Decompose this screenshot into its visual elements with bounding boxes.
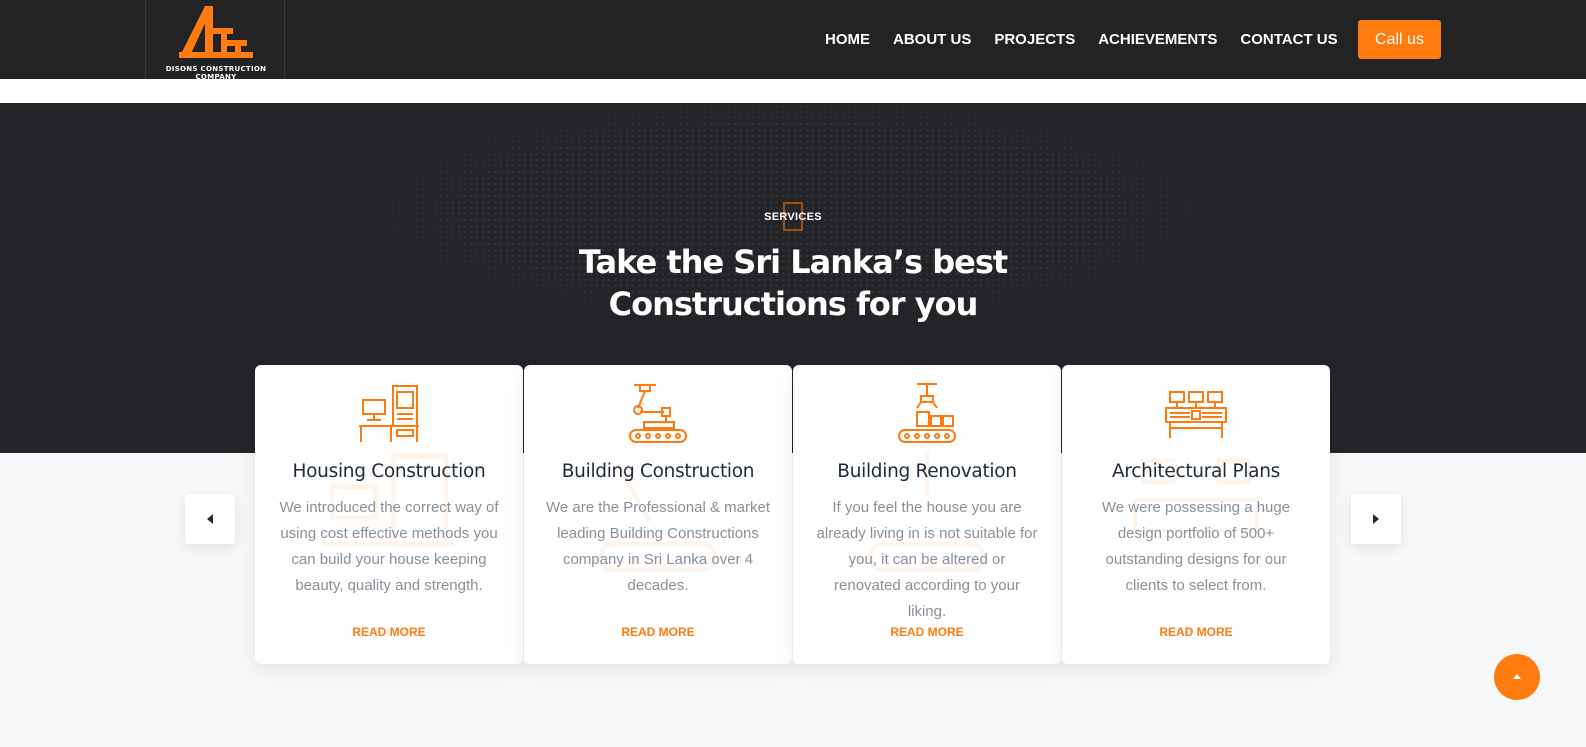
nav-projects[interactable]: PROJECTS <box>994 31 1075 48</box>
services-tag: SERVICES <box>764 211 822 223</box>
hero-title-line2: Constructions for you <box>608 285 979 323</box>
service-card[interactable]: Housing Construction We introduced the c… <box>255 365 523 664</box>
service-description: If you feel the house you are already li… <box>816 499 1038 620</box>
service-description: We introduced the correct way of using c… <box>279 499 499 594</box>
caret-left-icon <box>207 514 213 524</box>
robot-arm-icon <box>629 384 687 443</box>
read-more-link[interactable]: READ MORE <box>255 625 523 639</box>
main-nav: HOME ABOUT US PROJECTS ACHIEVEMENTS CONT… <box>825 31 1361 48</box>
carousel-prev-button[interactable] <box>185 494 235 544</box>
logo[interactable]: DISONS CONSTRUCTION COMPANY <box>145 0 285 81</box>
nav-home[interactable]: HOME <box>825 31 870 48</box>
world-map-background <box>210 103 1370 373</box>
caret-up-icon <box>1513 674 1521 679</box>
header: DISONS CONSTRUCTION COMPANY HOME ABOUT U… <box>0 0 1586 81</box>
read-more-link[interactable]: READ MORE <box>524 625 792 639</box>
header-spacer <box>0 79 1586 103</box>
services-carousel: Housing Construction We introduced the c… <box>255 365 1331 664</box>
workstation-icon <box>359 385 419 442</box>
hero-title: Take the Sri Lanka’s best Constructions … <box>0 241 1586 325</box>
service-card[interactable]: Building Renovation If you feel the hous… <box>793 365 1061 664</box>
service-title: Building Construction <box>561 461 755 482</box>
service-description: We were possessing a huge design portfol… <box>1101 499 1291 594</box>
caret-right-icon <box>1373 514 1379 524</box>
nav-contact-us[interactable]: CONTACT US <box>1240 31 1337 48</box>
nav-about-us[interactable]: ABOUT US <box>893 31 971 48</box>
conveyor-icon <box>898 383 956 443</box>
service-title: Housing Construction <box>292 461 486 482</box>
call-us-button[interactable]: Call us <box>1358 20 1441 59</box>
service-title: Architectural Plans <box>1112 461 1280 482</box>
hero-title-line1: Take the Sri Lanka’s best <box>578 243 1008 281</box>
read-more-link[interactable]: READ MORE <box>793 625 1061 639</box>
carousel-next-button[interactable] <box>1351 494 1401 544</box>
service-card[interactable]: Building Construction We are the Profess… <box>524 365 792 664</box>
read-more-link[interactable]: READ MORE <box>1062 625 1330 639</box>
service-title: Building Renovation <box>837 461 1017 482</box>
nav-achievements[interactable]: ACHIEVEMENTS <box>1098 31 1217 48</box>
service-description: We are the Professional & market leading… <box>546 499 770 594</box>
control-panel-icon <box>1165 391 1227 438</box>
service-card[interactable]: Architectural Plans We were possessing a… <box>1062 365 1330 664</box>
scroll-to-top-button[interactable] <box>1494 654 1540 700</box>
logo-mark-icon <box>179 6 253 58</box>
